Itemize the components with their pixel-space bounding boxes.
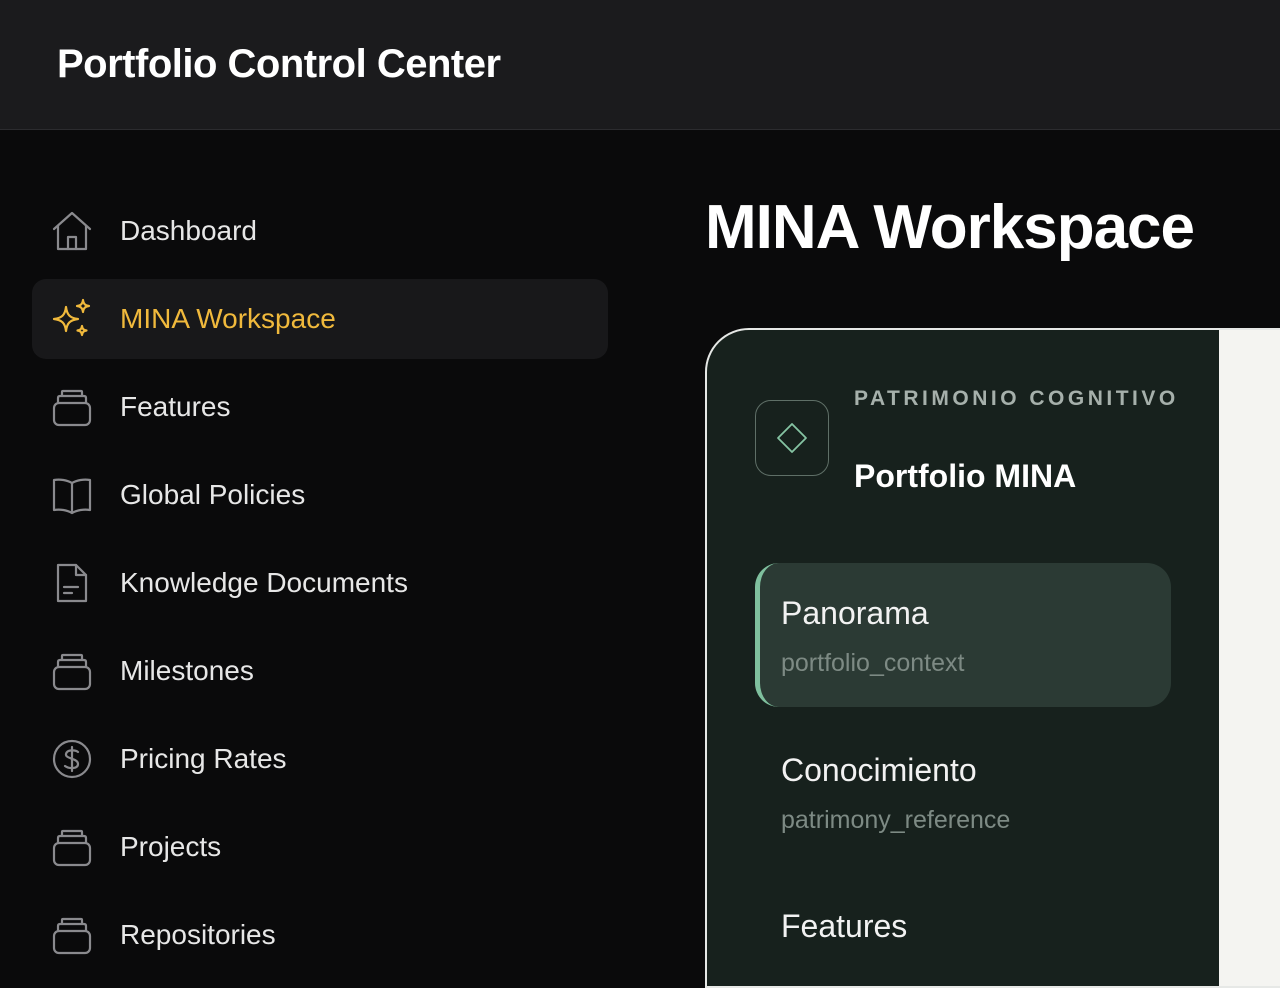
stack-icon (50, 825, 94, 869)
diamond-icon (775, 421, 809, 455)
sidebar-item-dashboard[interactable]: Dashboard (32, 191, 608, 271)
workspace-panel: PATRIMONIO COGNITIVO Portfolio MINA Pano… (705, 328, 1280, 988)
sidebar-item-label: Repositories (120, 919, 276, 950)
workspace-item-conocimiento[interactable]: Conocimiento patrimony_reference (755, 720, 1171, 864)
sidebar-item-label: Features (120, 391, 231, 422)
sidebar-item-pricing-rates[interactable]: Pricing Rates (32, 719, 608, 799)
top-bar: Portfolio Control Center (0, 0, 1280, 130)
workspace-item-title: Panorama (781, 595, 929, 631)
sidebar-item-projects[interactable]: Projects (32, 807, 608, 887)
sparkles-icon (50, 297, 94, 341)
workspace-item-panorama[interactable]: Panorama portfolio_context (755, 563, 1171, 707)
sidebar-item-label: Projects (120, 831, 222, 862)
sidebar-item-label: Milestones (120, 655, 254, 686)
workspace-item-title: Features (781, 908, 908, 944)
sidebar-item-mina-workspace[interactable]: MINA Workspace (32, 279, 608, 359)
sidebar-item-features[interactable]: Features (32, 367, 608, 447)
brand-badge (755, 400, 829, 476)
workspace-item-features[interactable]: Features (755, 876, 1171, 986)
sidebar-item-global-policies[interactable]: Global Policies (32, 455, 608, 535)
sidebar-item-knowledge-documents[interactable]: Knowledge Documents (32, 543, 608, 623)
dollar-circle-icon (50, 737, 94, 781)
sidebar-item-milestones[interactable]: Milestones (32, 631, 608, 711)
page-title: MINA Workspace (705, 193, 1195, 262)
book-icon (50, 473, 94, 517)
portfolio-name: Portfolio MINA (854, 458, 1077, 494)
sidebar-item-repositories[interactable]: Repositories (32, 895, 608, 975)
stack-icon (50, 913, 94, 957)
panel-eyebrow: PATRIMONIO COGNITIVO (854, 387, 1179, 410)
sidebar-item-label: Knowledge Documents (120, 567, 408, 598)
panel-content-area (1219, 330, 1280, 986)
document-icon (50, 561, 94, 605)
sidebar-item-label: Dashboard (120, 215, 257, 246)
home-icon (50, 209, 94, 253)
sidebar-item-label: MINA Workspace (120, 303, 336, 334)
sidebar-item-label: Global Policies (120, 479, 306, 510)
workspace-item-subtitle: portfolio_context (781, 649, 965, 677)
sidebar: Dashboard MINA Workspace Features Global… (0, 131, 640, 955)
sidebar-item-label: Pricing Rates (120, 743, 287, 774)
workspace-item-subtitle: patrimony_reference (781, 806, 1011, 834)
workspace-item-title: Conocimiento (781, 752, 977, 788)
stack-icon (50, 649, 94, 693)
stack-icon (50, 385, 94, 429)
app-title: Portfolio Control Center (57, 42, 501, 86)
